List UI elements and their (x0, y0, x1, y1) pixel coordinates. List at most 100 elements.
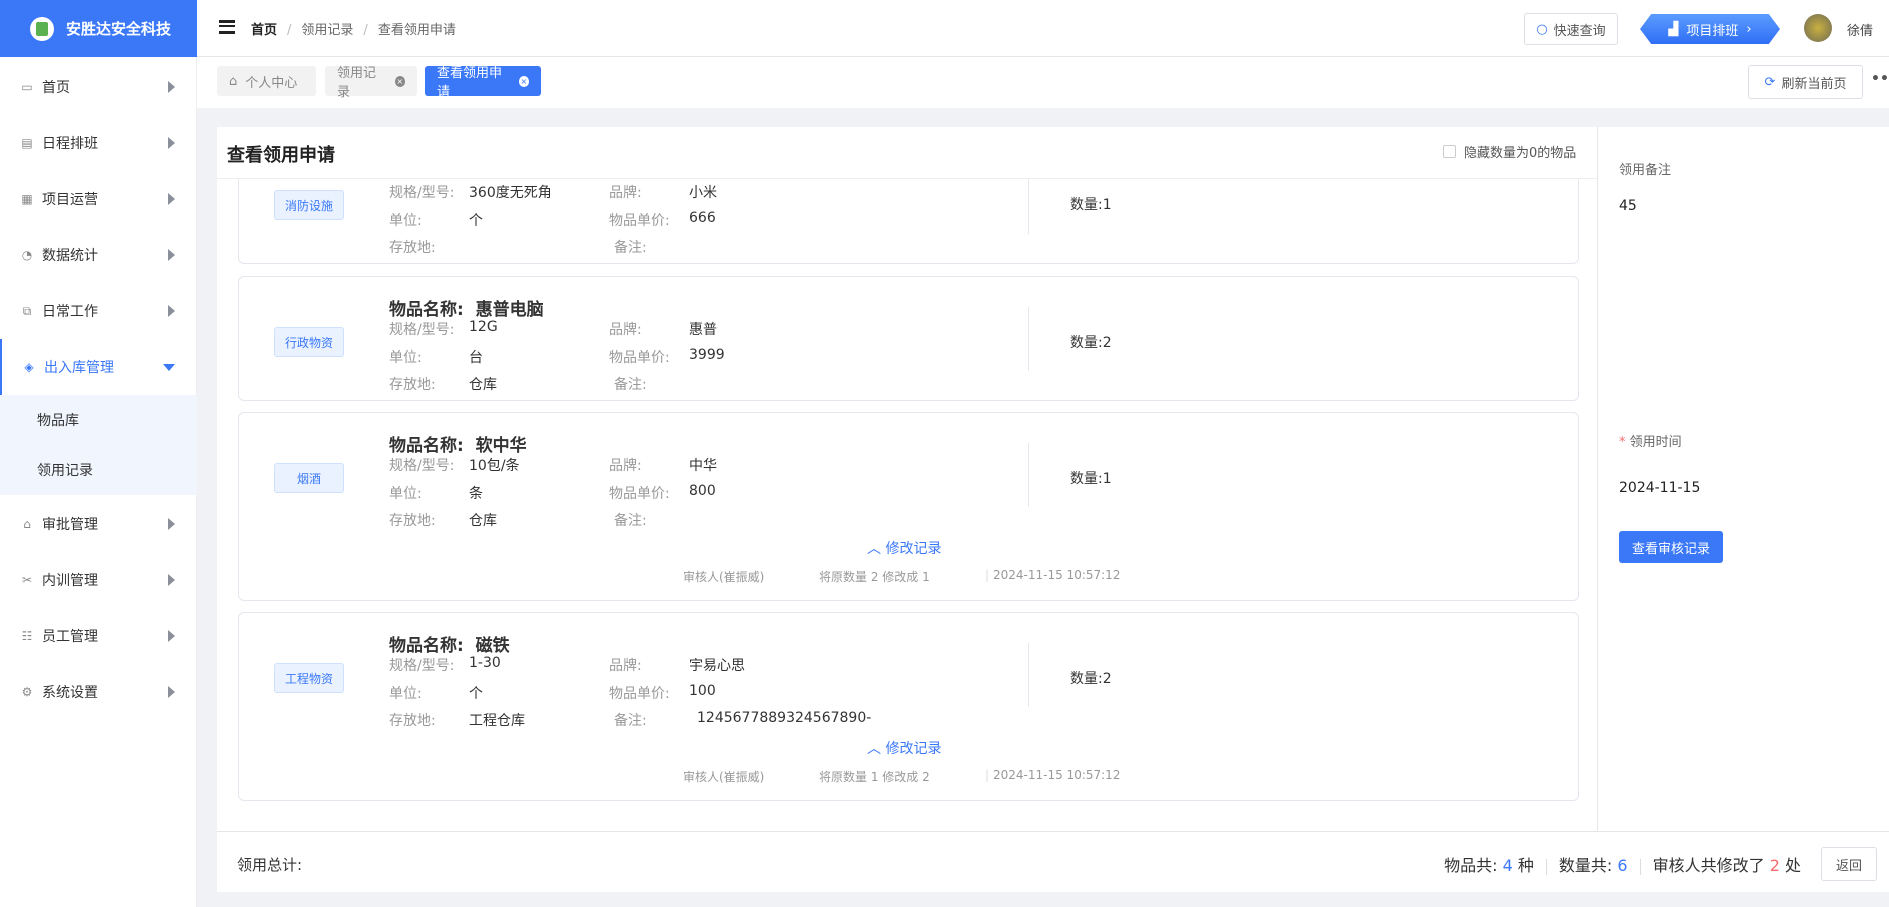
quantity: 数量:2 (1070, 332, 1112, 352)
checkbox-icon[interactable] (1443, 145, 1456, 158)
submenu-item-0[interactable]: 物品库 (0, 395, 197, 445)
item-name: 软中华 (475, 436, 527, 456)
qty-value: 1 (1102, 197, 1112, 213)
storage-value: 仓库 (469, 513, 497, 529)
mod-count: 2 (1769, 856, 1780, 875)
record-change: 将原数量 2 修改成 1 (819, 570, 930, 584)
more-icon[interactable]: ••• (1871, 71, 1889, 87)
toggle-records-link[interactable]: ︿ 修改记录 (867, 538, 941, 558)
tab-records[interactable]: 领用记录 × (325, 66, 417, 100)
close-icon[interactable]: × (518, 75, 529, 87)
quick-search-button[interactable]: ○ 快速查询 (1524, 13, 1618, 45)
hide-zero-label: 隐藏数量为0的物品 (1464, 146, 1577, 161)
total-label: 领用总计: (237, 856, 303, 874)
sidebar-item-1[interactable]: ▤ 日程排班 (0, 115, 197, 171)
records-label: 修改记录 (885, 741, 942, 757)
project-icon: ▟ (1668, 21, 1679, 37)
tab-view-request[interactable]: 查看领用申请 × (425, 66, 541, 100)
breadcrumb-home[interactable]: 首页 (251, 23, 277, 38)
spec-value: 360度无死角 (469, 185, 552, 201)
user-name[interactable]: 徐倩 (1847, 20, 1873, 39)
qty-value: 2 (1102, 671, 1112, 687)
category-tag: 烟酒 (274, 463, 344, 493)
qty-label: 数量: (1070, 197, 1103, 213)
sidebar-item-4[interactable]: ⧉ 日常工作 (0, 283, 197, 339)
qty-label: 数量: (1070, 335, 1103, 351)
price-label: 物品单价: (609, 213, 670, 229)
pie-chart-icon: ◔ (21, 248, 33, 262)
spec-label: 规格/型号: (389, 185, 455, 201)
tab-label: 查看领用申请 (437, 66, 503, 100)
sidebar-item-8[interactable]: ☷ 员工管理 (0, 608, 197, 664)
price-value: 800 (689, 483, 716, 499)
item-card: 消防设施 规格/型号: 360度无死角 单位: 个存放地: 品牌: 小米 物品单价: 666 备注… (238, 179, 1579, 264)
price-value: 3999 (689, 347, 725, 363)
submenu-item-1[interactable]: 领用记录 (0, 445, 197, 495)
caret-right-icon (168, 137, 175, 149)
copy-icon: ⧉ (22, 304, 32, 318)
refresh-label: 刷新当前页 (1781, 76, 1847, 92)
quick-search-label: 快速查询 (1553, 23, 1606, 39)
spec-value: 10包/条 (469, 458, 520, 474)
remark-label: 备注: (614, 377, 647, 393)
tab-label: 领用记录 (337, 66, 377, 100)
category-tag: 行政物资 (274, 327, 344, 357)
spec-label: 规格/型号: (389, 322, 455, 338)
toggle-records-link[interactable]: ︿ 修改记录 (867, 738, 941, 758)
close-icon[interactable]: × (394, 75, 405, 87)
spec-label: 规格/型号: (389, 458, 455, 474)
hide-zero-checkbox[interactable]: 隐藏数量为0的物品 (1443, 142, 1576, 161)
time-label: 领用时间 (1629, 435, 1682, 450)
unit-label: 单位: (389, 213, 422, 229)
sidebar-item-7[interactable]: ✂ 内训管理 (0, 552, 197, 608)
tab-label: 个人中心 (245, 75, 298, 91)
storage-label: 存放地: (389, 513, 436, 529)
refresh-page-button[interactable]: ⟳ 刷新当前页 (1748, 65, 1863, 99)
refresh-icon: ⟳ (1764, 74, 1776, 90)
spec-value: 12G (469, 319, 498, 335)
brand-label: 品牌: (609, 658, 642, 674)
breadcrumb-records[interactable]: 领用记录 (301, 23, 353, 38)
item-name-row: 物品名称: 软中华 (389, 431, 527, 456)
sidebar-item-0[interactable]: ▭ 首页 (0, 59, 197, 115)
view-audit-records-button[interactable]: 查看审核记录 (1619, 531, 1723, 563)
quantity: 数量:1 (1070, 468, 1112, 488)
price-label: 物品单价: (609, 350, 670, 366)
caret-right-icon (168, 305, 175, 317)
record-change: 将原数量 1 修改成 2 (819, 770, 930, 784)
price-label: 物品单价: (609, 686, 670, 702)
caret-right-icon (168, 686, 175, 698)
items-prefix: 物品共: (1444, 856, 1498, 875)
menu-toggle-icon[interactable] (219, 20, 235, 34)
sidebar-item-3[interactable]: ◔ 数据统计 (0, 227, 197, 283)
unit-value: 个 (469, 213, 483, 229)
items-list[interactable]: 消防设施 规格/型号: 360度无死角 单位: 个存放地: 品牌: 小米 物品单价: 666 备注… (217, 178, 1597, 831)
home-icon: ⌂ (229, 73, 238, 89)
caret-right-icon (168, 81, 175, 93)
unit-value: 条 (469, 486, 483, 502)
caret-right-icon (168, 574, 175, 586)
remark-value: 45 (1619, 198, 1637, 214)
logo-icon (30, 16, 54, 41)
spec-label: 规格/型号: (389, 658, 455, 674)
quantity: 数量:2 (1070, 668, 1112, 688)
unit-label: 单位: (389, 686, 422, 702)
sidebar-item-6[interactable]: ⌂ 审批管理 (0, 496, 197, 552)
avatar[interactable] (1804, 14, 1832, 42)
back-button[interactable]: 返回 (1821, 847, 1877, 881)
breadcrumb-current: 查看领用申请 (377, 23, 456, 38)
storage-label: 存放地: (389, 713, 436, 729)
tab-personal-center[interactable]: ⌂ 个人中心 (217, 66, 316, 96)
required-mark: * (1619, 435, 1626, 450)
app-logo[interactable]: 安胜达安全科技 (0, 0, 197, 57)
sidebar-item-2[interactable]: ▦ 项目运营 (0, 171, 197, 227)
item-card: 行政物资 物品名称: 惠普电脑 规格/型号: 12G 单位: 台存放地: 仓库 品牌: 惠普 物品… (238, 276, 1579, 401)
chevron-up-icon: ︿ (867, 741, 881, 757)
item-name-row: 物品名称: 磁铁 (389, 631, 510, 656)
items-count: 4 (1502, 856, 1513, 875)
project-schedule-button[interactable]: ▟ 项目排班 › (1640, 14, 1780, 44)
sidebar-item-5[interactable]: ◈ 出入库管理 (0, 339, 197, 395)
brand-label: 品牌: (609, 322, 642, 338)
sidebar-item-9[interactable]: ⚙ 系统设置 (0, 664, 197, 720)
qty-value: 1 (1102, 471, 1112, 487)
